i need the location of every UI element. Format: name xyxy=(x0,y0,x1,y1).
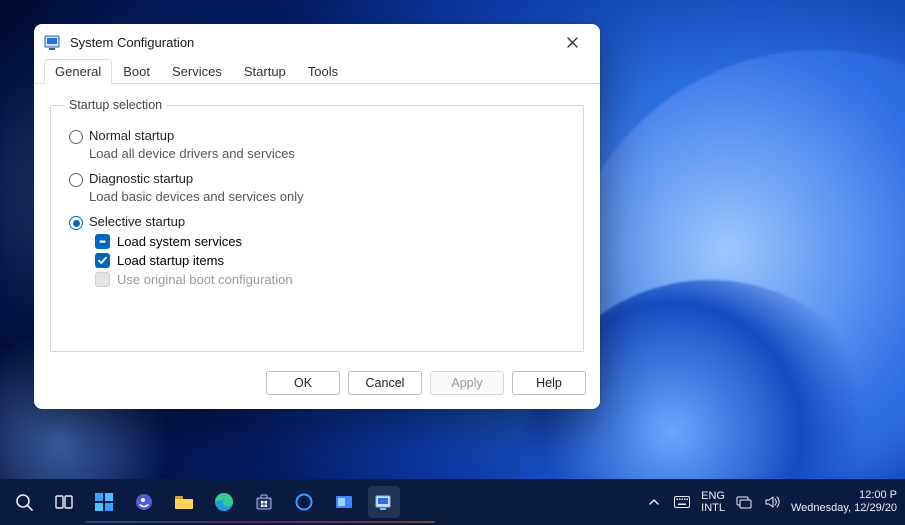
msconfig-taskbar-icon[interactable] xyxy=(368,486,400,518)
tab-label: General xyxy=(55,64,101,79)
button-label: Apply xyxy=(451,376,482,390)
tab-services[interactable]: Services xyxy=(161,59,233,84)
lang-bottom: INTL xyxy=(701,502,725,514)
language-indicator[interactable]: ENG INTL xyxy=(701,490,725,514)
option-description: Load basic devices and services only xyxy=(89,189,569,204)
tab-content: Startup selection Normal startup Load al… xyxy=(34,84,600,363)
file-explorer-icon[interactable] xyxy=(168,486,200,518)
dialog-buttons: OK Cancel Apply Help xyxy=(34,363,600,409)
close-button[interactable] xyxy=(550,27,594,57)
clock-time: 12:00 P xyxy=(791,489,897,502)
edge-icon[interactable] xyxy=(208,486,240,518)
tab-label: Services xyxy=(172,64,222,79)
tab-tools[interactable]: Tools xyxy=(297,59,349,84)
clock-date: Wednesday, 12/29/20 xyxy=(791,502,897,515)
tabstrip: General Boot Services Startup Tools xyxy=(34,60,600,84)
radio-icon xyxy=(69,173,83,187)
microsoft-store-icon[interactable] xyxy=(248,486,280,518)
apply-button: Apply xyxy=(430,371,504,395)
search-icon[interactable] xyxy=(8,486,40,518)
tab-general[interactable]: General xyxy=(44,59,112,84)
tab-startup[interactable]: Startup xyxy=(233,59,297,84)
taskbar-left xyxy=(0,486,400,518)
radio-icon xyxy=(69,130,83,144)
lang-top: ENG xyxy=(701,490,725,502)
system-configuration-window: System Configuration General Boot Servic… xyxy=(34,24,600,409)
tab-label: Startup xyxy=(244,64,286,79)
cancel-button[interactable]: Cancel xyxy=(348,371,422,395)
checkbox-label: Load system services xyxy=(117,234,242,249)
option-label: Normal startup xyxy=(89,128,174,143)
volume-icon[interactable] xyxy=(763,493,781,511)
option-label: Diagnostic startup xyxy=(89,171,193,186)
checkbox-icon xyxy=(95,253,110,268)
button-label: OK xyxy=(294,376,312,390)
tab-boot[interactable]: Boot xyxy=(112,59,161,84)
window-title: System Configuration xyxy=(70,35,550,50)
checkbox-load-system-services[interactable]: Load system services xyxy=(95,234,569,249)
startup-selection-group: Startup selection Normal startup Load al… xyxy=(50,98,584,352)
titlebar[interactable]: System Configuration xyxy=(34,24,600,60)
checkbox-icon xyxy=(95,272,110,287)
teams-chat-icon[interactable] xyxy=(128,486,160,518)
clock-area[interactable]: 12:00 P Wednesday, 12/29/20 xyxy=(791,489,901,515)
help-button[interactable]: Help xyxy=(512,371,586,395)
option-label: Selective startup xyxy=(89,214,185,229)
tab-label: Tools xyxy=(308,64,338,79)
tray-chevron-up-icon[interactable] xyxy=(645,493,663,511)
cortana-icon[interactable] xyxy=(288,486,320,518)
tab-label: Boot xyxy=(123,64,150,79)
task-view-icon[interactable] xyxy=(48,486,80,518)
checkbox-icon xyxy=(95,234,110,249)
button-label: Cancel xyxy=(366,376,405,390)
msconfig-icon xyxy=(44,33,62,51)
checkbox-load-startup-items[interactable]: Load startup items xyxy=(95,253,569,268)
button-label: Help xyxy=(536,376,562,390)
option-description: Load all device drivers and services xyxy=(89,146,569,161)
network-icon[interactable] xyxy=(735,493,753,511)
radio-icon xyxy=(69,216,83,230)
widgets-icon[interactable] xyxy=(88,486,120,518)
taskbar-right: ENG INTL 12:00 P Wednesday, 12/29/20 xyxy=(645,489,905,515)
option-selective-startup[interactable]: Selective startup xyxy=(69,214,569,230)
taskbar-underline xyxy=(85,521,435,523)
keyboard-icon[interactable] xyxy=(673,493,691,511)
close-icon xyxy=(567,37,578,48)
checkbox-label: Load startup items xyxy=(117,253,224,268)
checkbox-label: Use original boot configuration xyxy=(117,272,293,287)
app-icon-1[interactable] xyxy=(328,486,360,518)
option-diagnostic-startup[interactable]: Diagnostic startup xyxy=(69,171,569,187)
taskbar: ENG INTL 12:00 P Wednesday, 12/29/20 xyxy=(0,479,905,525)
option-normal-startup[interactable]: Normal startup xyxy=(69,128,569,144)
ok-button[interactable]: OK xyxy=(266,371,340,395)
checkbox-use-original-boot-config: Use original boot configuration xyxy=(95,272,569,287)
group-title: Startup selection xyxy=(65,98,166,112)
